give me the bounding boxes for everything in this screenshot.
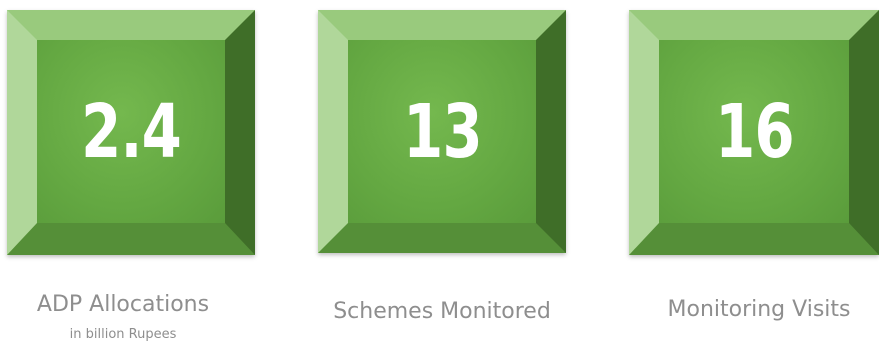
stat-value: 2.4: [81, 88, 182, 175]
stat-label: Schemes Monitored: [333, 299, 551, 324]
stat-tile-schemes-monitored: 13: [318, 10, 566, 253]
stat-tile-adp-allocations: 2.4: [7, 10, 255, 255]
stat-sublabel: in billion Rupees: [69, 327, 177, 342]
stat-tile-monitoring-visits: 16: [629, 10, 879, 255]
stat-value: 13: [402, 88, 483, 175]
stat-value: 16: [714, 88, 795, 175]
stat-label: Monitoring Visits: [667, 297, 851, 322]
stat-label: ADP Allocations: [36, 292, 210, 317]
